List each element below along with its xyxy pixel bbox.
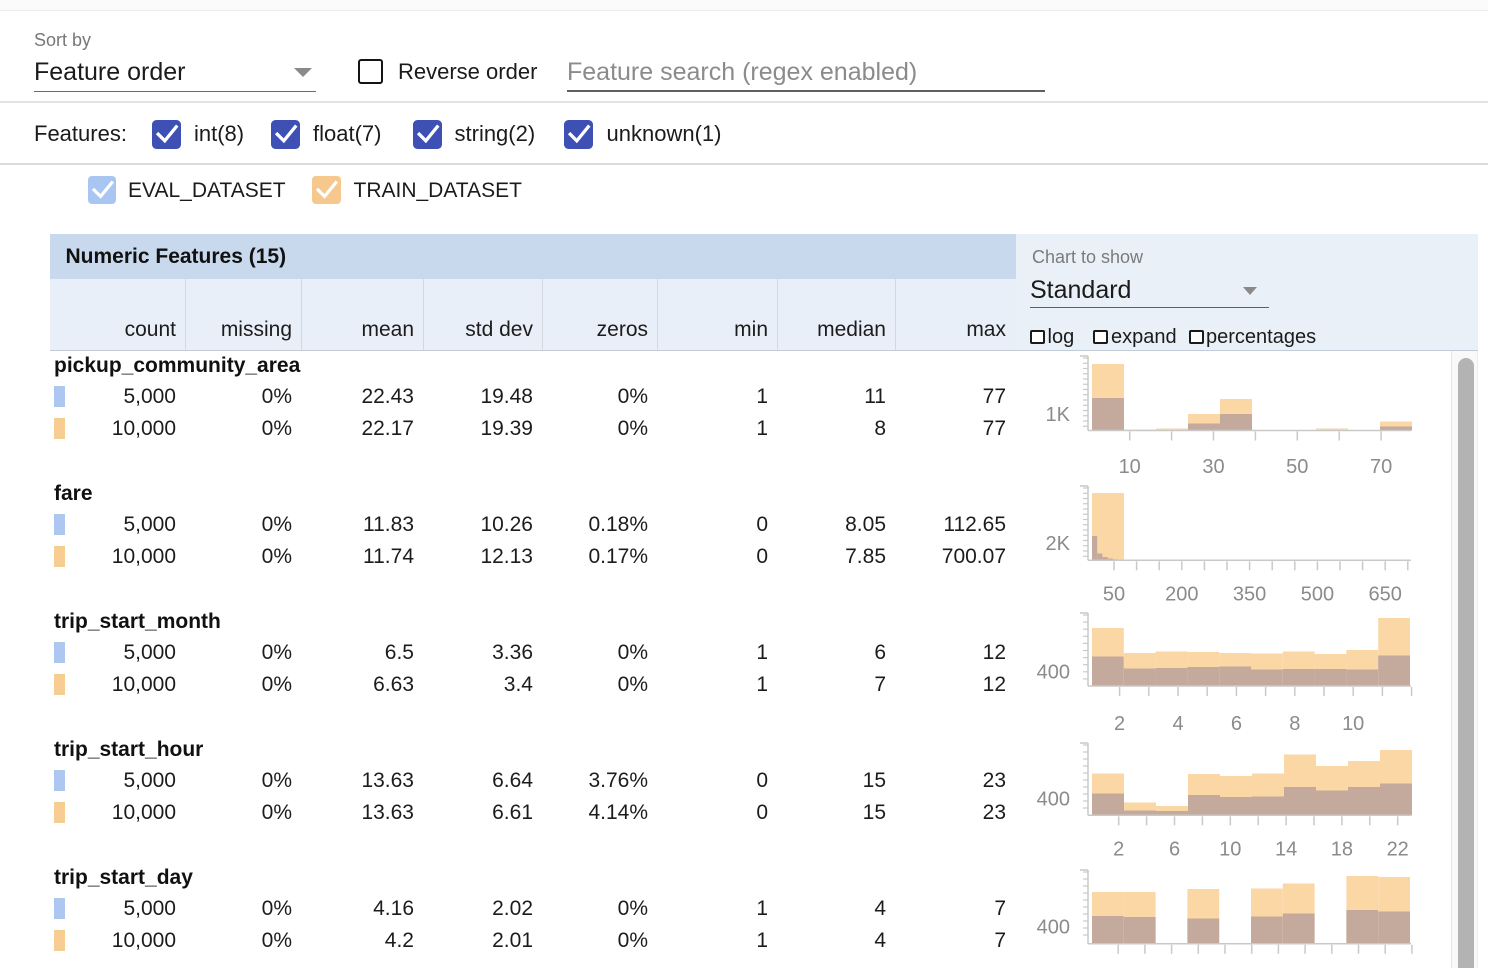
svg-text:2K: 2K xyxy=(1046,533,1071,555)
svg-text:18: 18 xyxy=(1331,839,1353,861)
svg-text:400: 400 xyxy=(1037,789,1070,811)
svg-text:14: 14 xyxy=(1275,839,1297,861)
svg-text:10: 10 xyxy=(1219,839,1241,861)
svg-text:4: 4 xyxy=(1172,713,1183,735)
svg-text:1K: 1K xyxy=(1046,404,1071,426)
svg-text:10: 10 xyxy=(1342,713,1364,735)
svg-text:2: 2 xyxy=(1113,839,1124,861)
svg-text:6: 6 xyxy=(1231,713,1242,735)
svg-text:70: 70 xyxy=(1370,456,1392,478)
svg-text:8: 8 xyxy=(1289,713,1300,735)
svg-text:2: 2 xyxy=(1114,713,1125,735)
svg-text:400: 400 xyxy=(1037,917,1070,939)
svg-text:400: 400 xyxy=(1037,661,1070,683)
svg-text:6: 6 xyxy=(1169,839,1180,861)
svg-text:50: 50 xyxy=(1286,456,1308,478)
svg-text:200: 200 xyxy=(1165,584,1198,606)
svg-text:500: 500 xyxy=(1301,584,1334,606)
svg-text:350: 350 xyxy=(1233,584,1266,606)
svg-text:650: 650 xyxy=(1369,584,1402,606)
svg-text:22: 22 xyxy=(1387,839,1409,861)
svg-text:30: 30 xyxy=(1202,456,1224,478)
svg-text:10: 10 xyxy=(1119,456,1141,478)
svg-text:50: 50 xyxy=(1103,584,1125,606)
